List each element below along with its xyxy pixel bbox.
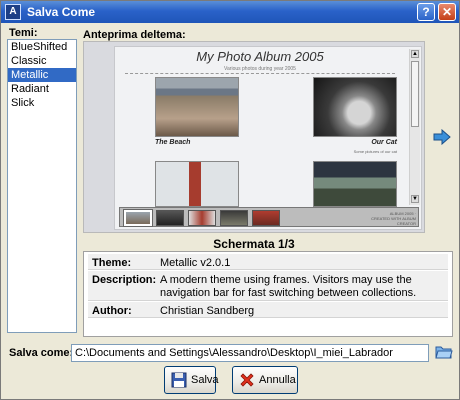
nav-thumb-5 <box>252 210 280 226</box>
info-key: Description: <box>92 274 157 286</box>
album-divider <box>125 73 395 74</box>
album-title: My Photo Album 2005 <box>196 49 324 64</box>
arrow-right-icon[interactable] <box>433 129 451 145</box>
scroll-down-icon[interactable]: ▼ <box>411 195 419 203</box>
app-icon: A <box>5 4 21 20</box>
info-key: Theme: <box>92 257 132 269</box>
nav-thumb-3 <box>188 210 216 226</box>
album-subtitle: Various photos during year 2005 <box>224 66 296 72</box>
info-key: Author: <box>92 305 132 317</box>
photo-beach <box>155 77 239 137</box>
caption-beach: The Beach <box>155 139 191 146</box>
themes-list[interactable]: BlueShifted Classic Metallic Radiant Sli… <box>7 39 77 333</box>
nav-credit-text: ALBUM 2005 · CREATED WITH ALBUM CREATOR <box>371 211 416 226</box>
cancel-button-label: Annulla <box>259 374 296 386</box>
info-row-author: Author: Christian Sandberg <box>88 302 448 318</box>
info-value: Metallic v2.0.1 <box>160 257 231 269</box>
nav-thumb-4 <box>220 210 248 226</box>
floppy-disk-icon <box>171 372 187 388</box>
info-row-theme: Theme: Metallic v2.0.1 <box>88 254 448 270</box>
info-row-description: Description: A modern theme using frames… <box>88 271 448 301</box>
title-bar[interactable]: A Salva Come ? ✕ <box>1 1 459 23</box>
window-title: Salva Come <box>27 5 96 19</box>
caption-cat: Our Cat <box>371 139 397 146</box>
save-button-label: Salva <box>191 374 219 386</box>
scroll-up-icon[interactable]: ▲ <box>411 50 419 58</box>
help-icon: ? <box>422 5 430 19</box>
preview-frame: My Photo Album 2005 Various photos durin… <box>114 46 422 230</box>
help-button[interactable]: ? <box>417 3 435 21</box>
cancel-button[interactable]: Annulla <box>232 366 298 394</box>
close-icon: ✕ <box>441 5 453 19</box>
close-button[interactable]: ✕ <box>438 3 456 21</box>
themes-label: Temi: <box>9 27 38 39</box>
save-as-label: Salva come: <box>9 347 74 359</box>
nav-thumb-2 <box>156 210 184 226</box>
save-path-input[interactable]: C:\Documents and Settings\Alessandro\Des… <box>71 344 429 362</box>
theme-item-blueshifted[interactable]: BlueShifted <box>8 40 76 54</box>
preview-scrollbar[interactable]: ▲ ▼ <box>409 49 420 205</box>
folder-open-icon[interactable] <box>435 344 453 360</box>
preview-navigation-bar: ALBUM 2005 · CREATED WITH ALBUM CREATOR <box>119 207 419 227</box>
theme-info-panel: Theme: Metallic v2.0.1 Description: A mo… <box>83 251 453 337</box>
theme-item-metallic[interactable]: Metallic <box>8 68 76 82</box>
nav-thumb-1 <box>123 209 153 227</box>
photo-cat <box>313 77 397 137</box>
save-button[interactable]: Salva <box>164 366 219 394</box>
photo-lake <box>313 161 397 207</box>
red-x-icon <box>240 373 254 387</box>
theme-item-radiant[interactable]: Radiant <box>8 82 76 96</box>
theme-preview: My Photo Album 2005 Various photos durin… <box>83 41 425 233</box>
save-as-dialog: A Salva Come ? ✕ Temi: BlueShifted Class… <box>0 0 460 400</box>
scroll-thumb[interactable] <box>411 61 419 127</box>
screen-counter: Schermata 1/3 <box>213 237 295 251</box>
theme-item-classic[interactable]: Classic <box>8 54 76 68</box>
preview-label: Anteprima deltema: <box>83 29 186 41</box>
info-value: Christian Sandberg <box>160 305 255 317</box>
theme-item-slick[interactable]: Slick <box>8 96 76 110</box>
caption-cat-sub: Some pictures of our cat <box>353 149 397 154</box>
info-value: A modern theme using frames. Visitors ma… <box>160 274 417 299</box>
photo-red-structure <box>155 161 239 207</box>
